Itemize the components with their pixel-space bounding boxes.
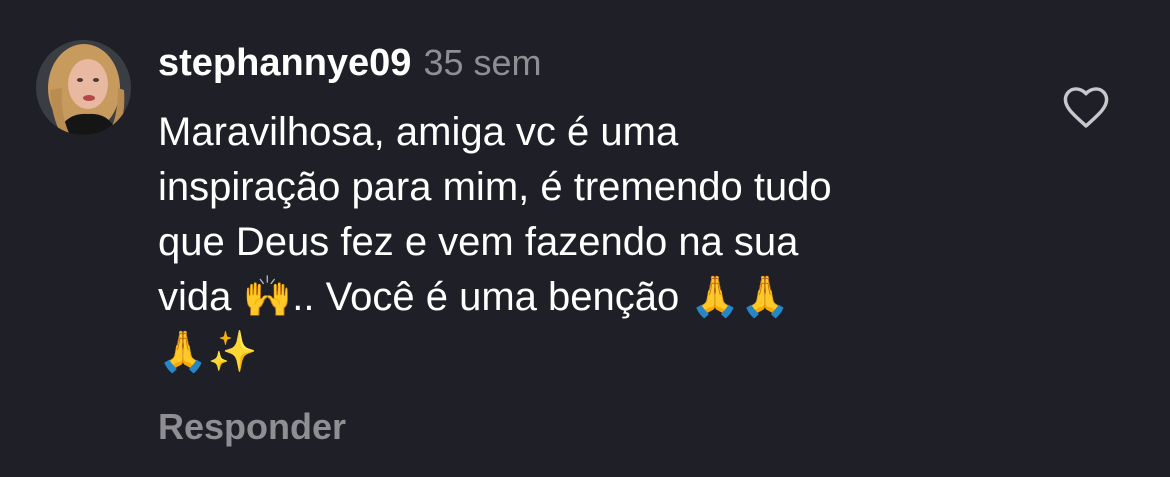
avatar-image <box>36 40 131 135</box>
comment-header: stephannye09 35 sem <box>158 42 542 92</box>
username[interactable]: stephannye09 <box>158 42 411 85</box>
avatar[interactable] <box>36 40 131 135</box>
like-button[interactable] <box>1060 82 1112 134</box>
comment-text: Maravilhosa, amiga vc é uma inspiração p… <box>158 110 832 374</box>
reply-button[interactable]: Responder <box>158 406 346 448</box>
heart-outline-icon <box>1063 87 1109 128</box>
comment-item: stephannye09 35 sem Maravilhosa, amiga v… <box>0 0 1170 477</box>
timestamp: 35 sem <box>423 42 542 83</box>
